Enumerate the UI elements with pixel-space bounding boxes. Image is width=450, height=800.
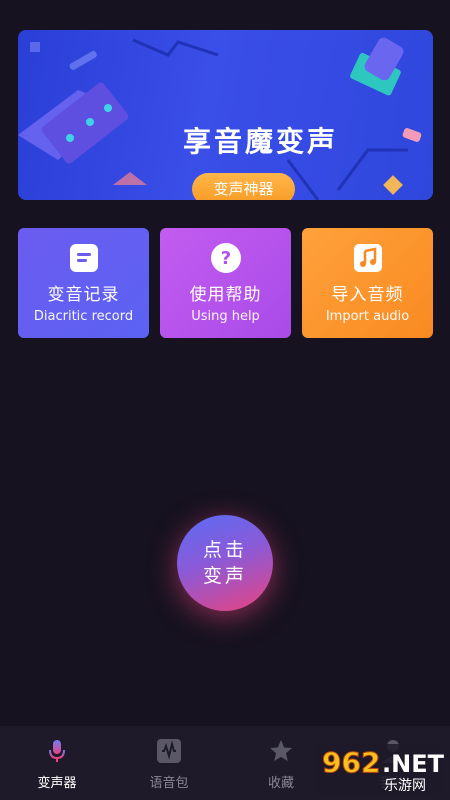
- svg-text:.NET: .NET: [382, 750, 445, 778]
- tab-label: 语音包: [149, 776, 189, 791]
- card-title: 使用帮助: [189, 285, 262, 305]
- promo-banner[interactable]: 享音魔变声 变声神器: [18, 30, 433, 200]
- card-voice-record[interactable]: 变音记录 Diacritic record: [18, 228, 149, 338]
- record-button-line1: 点击: [202, 539, 247, 561]
- card-subtitle: Diacritic record: [33, 309, 134, 324]
- document-icon: [68, 242, 100, 274]
- tab-voice-pack[interactable]: 语音包: [124, 738, 214, 791]
- svg-text:?: ?: [220, 248, 230, 269]
- question-icon: ?: [210, 242, 242, 274]
- card-subtitle: Using help: [191, 309, 260, 324]
- card-using-help[interactable]: ? 使用帮助 Using help: [160, 228, 291, 338]
- tap-to-change-voice-button[interactable]: 点击 变声: [177, 515, 273, 611]
- waveform-icon: [156, 738, 182, 764]
- svg-text:962: 962: [322, 746, 380, 779]
- banner-title: 享音魔变声: [183, 125, 339, 158]
- card-title: 变音记录: [47, 285, 120, 305]
- microphone-icon: [44, 738, 70, 764]
- card-import-audio[interactable]: 导入音频 Import audio: [302, 228, 433, 338]
- music-note-icon: [352, 242, 384, 274]
- star-icon: [268, 738, 294, 764]
- voice-changer-button[interactable]: 变声神器: [192, 173, 295, 200]
- site-watermark-logo: 962 .NET 乐游网: [312, 740, 446, 798]
- tab-voice-changer[interactable]: 变声器: [12, 738, 102, 791]
- svg-text:乐游网: 乐游网: [384, 778, 426, 794]
- tab-label: 变声器: [37, 776, 77, 791]
- record-button-line2: 变声: [202, 565, 247, 587]
- card-subtitle: Import audio: [325, 309, 410, 324]
- card-title: 导入音频: [331, 285, 404, 305]
